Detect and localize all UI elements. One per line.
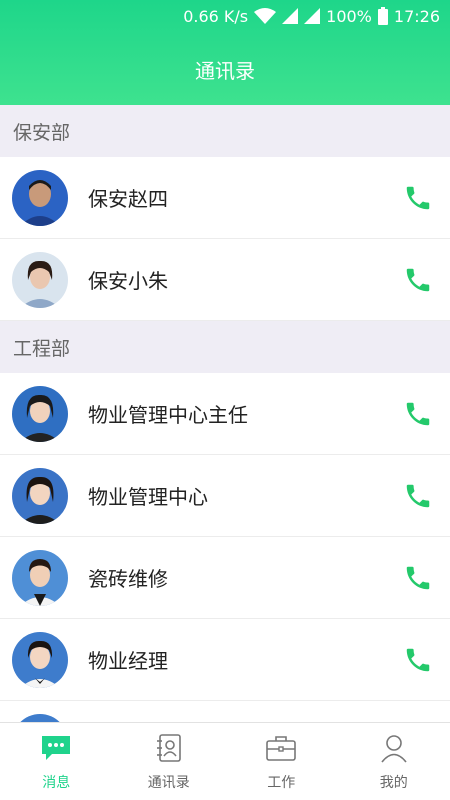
contact-row[interactable]: 物业经理 — [0, 619, 450, 701]
message-icon — [40, 733, 72, 763]
battery-icon — [377, 7, 388, 25]
contacts-icon — [153, 733, 185, 763]
contact-name: 物业管理中心 — [88, 485, 208, 509]
person-icon — [378, 733, 410, 763]
phone-icon[interactable] — [398, 558, 438, 598]
signal-icon — [282, 8, 299, 24]
contact-row[interactable]: 保安小朱 — [0, 239, 450, 321]
contact-row-partial[interactable] — [0, 701, 450, 722]
tab-label: 通讯录 — [147, 775, 190, 791]
contact-list[interactable]: 保安部 保安赵四 保安小朱 工程部 物业管理中心主任 物业管理中心 瓷砖维修 物… — [0, 105, 450, 722]
avatar — [12, 385, 68, 442]
tab-contacts[interactable]: 通讯录 — [113, 723, 226, 800]
briefcase-icon — [265, 733, 297, 763]
page-title: 通讯录 — [195, 59, 255, 83]
wifi-icon — [254, 8, 277, 24]
tab-label: 消息 — [42, 775, 71, 791]
tab-label: 我的 — [379, 775, 408, 791]
contact-row[interactable]: 保安赵四 — [0, 157, 450, 239]
avatar — [12, 631, 68, 688]
contact-row[interactable]: 物业管理中心 — [0, 455, 450, 537]
tab-work[interactable]: 工作 — [225, 723, 338, 800]
contact-row[interactable]: 瓷砖维修 — [0, 537, 450, 619]
contact-name: 瓷砖维修 — [88, 567, 168, 591]
contact-name: 物业管理中心主任 — [88, 403, 248, 427]
contact-name: 保安赵四 — [88, 187, 168, 211]
phone-icon[interactable] — [398, 476, 438, 516]
status-bar: 0.66 K/s 100% 17:26 — [0, 0, 450, 32]
phone-icon[interactable] — [398, 640, 438, 680]
phone-icon[interactable] — [398, 260, 438, 300]
network-speed: 0.66 K/s — [183, 6, 249, 26]
phone-icon[interactable] — [398, 178, 438, 218]
avatar — [12, 467, 68, 524]
bottom-tab-bar: 消息 通讯录 工作 我的 — [0, 722, 450, 800]
contact-name: 物业经理 — [88, 649, 168, 673]
clock: 17:26 — [393, 6, 440, 26]
avatar — [12, 549, 68, 606]
avatar — [12, 169, 68, 226]
contact-name: 保安小朱 — [88, 269, 168, 293]
signal-icon-2 — [304, 8, 321, 24]
section-header-engineering: 工程部 — [0, 321, 450, 373]
avatar — [12, 713, 68, 722]
section-header-security: 保安部 — [0, 105, 450, 157]
tab-label: 工作 — [267, 775, 296, 791]
battery-percent: 100% — [326, 6, 372, 26]
tab-me[interactable]: 我的 — [338, 723, 450, 800]
header: 0.66 K/s 100% 17:26 通讯录 — [0, 0, 450, 105]
avatar — [12, 251, 68, 308]
contact-row[interactable]: 物业管理中心主任 — [0, 373, 450, 455]
tab-messages[interactable]: 消息 — [0, 723, 113, 800]
phone-icon[interactable] — [398, 394, 438, 434]
